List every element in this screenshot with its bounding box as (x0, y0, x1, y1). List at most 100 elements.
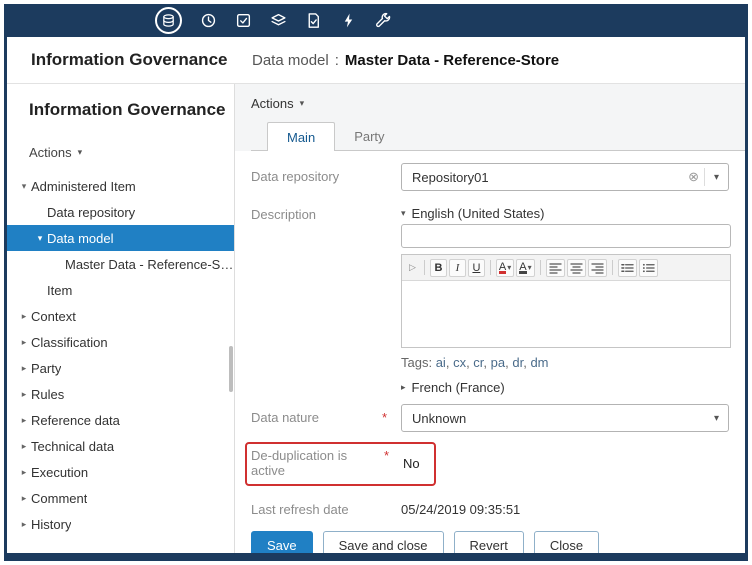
locale-english-toggle[interactable]: ▾ English (United States) (401, 201, 731, 221)
wrench-icon[interactable] (374, 12, 392, 30)
annotation-highlight: De-duplication is active * No (245, 442, 436, 486)
clock-icon[interactable] (199, 12, 217, 30)
font-color-button[interactable]: A▾ (496, 259, 514, 277)
align-left-icon[interactable] (546, 259, 565, 277)
tag-link-ai[interactable]: ai (436, 355, 446, 370)
tree-item-label: Execution (31, 465, 88, 480)
data-repository-combobox[interactable]: Repository01 ⊗ ▾ (401, 163, 729, 191)
field-row-description: Description ▾ English (United States) ▷ (251, 201, 729, 394)
document-check-icon[interactable] (304, 12, 322, 30)
page-title-separator: : (335, 52, 339, 69)
italic-button[interactable]: I (449, 259, 466, 277)
tree-item-history[interactable]: ▸History (7, 511, 234, 537)
clear-icon[interactable]: ⊗ (683, 169, 704, 185)
tree-item-data-repository[interactable]: Data repository (7, 199, 234, 225)
bullet-list-icon[interactable] (639, 259, 658, 277)
chevron-down-icon[interactable]: ▾ (705, 172, 728, 183)
tree-item-data-model[interactable]: ▾Data model (7, 225, 234, 251)
ordered-list-icon[interactable] (618, 259, 637, 277)
chevron-down-icon[interactable]: ▾ (705, 413, 728, 424)
tags-label: Tags: (401, 355, 432, 370)
tree-item-label: Data model (47, 231, 113, 246)
layers-icon[interactable] (269, 12, 287, 30)
align-center-icon[interactable] (567, 259, 586, 277)
sidebar: Information Governance Actions ▾ ▾Admini… (7, 84, 235, 553)
tab-party[interactable]: Party (335, 122, 403, 150)
data-nature-select[interactable]: Unknown ▾ (401, 404, 729, 432)
tree-item-item[interactable]: Item (7, 277, 234, 303)
chevron-down-icon[interactable]: ▾ (33, 233, 47, 244)
page-header: Information Governance Data model : Mast… (7, 37, 745, 84)
underline-button[interactable]: U (468, 259, 485, 277)
lightning-icon[interactable] (339, 12, 357, 30)
tag-link-cr[interactable]: cr (473, 355, 483, 370)
tree-item-master-data-reference-store[interactable]: Master Data - Reference-Store (7, 251, 234, 277)
revert-button[interactable]: Revert (454, 531, 524, 553)
main-panel: Actions ▾ MainParty Data repository Repo… (235, 84, 745, 553)
chevron-right-icon[interactable]: ▸ (17, 441, 31, 452)
chevron-down-icon: ▾ (78, 147, 83, 158)
tag-link-dr[interactable]: dr (512, 355, 523, 370)
description-title-input[interactable] (401, 224, 731, 248)
page-title-name: Master Data - Reference-Store (345, 52, 559, 69)
close-button[interactable]: Close (534, 531, 599, 553)
main-actions-button[interactable]: Actions ▾ (251, 96, 304, 111)
bold-button[interactable]: B (430, 259, 447, 277)
tree-item-label: Comment (31, 491, 87, 506)
tree-item-party[interactable]: ▸Party (7, 355, 234, 381)
task-check-icon[interactable] (234, 12, 252, 30)
field-row-last-refresh: Last refresh date 05/24/2019 09:35:51 (251, 496, 729, 517)
data-nature-value: Unknown (402, 411, 705, 426)
database-icon[interactable] (155, 7, 182, 34)
chevron-right-icon[interactable]: ▸ (17, 519, 31, 530)
last-refresh-label: Last refresh date (251, 502, 349, 517)
tab-bar: MainParty (251, 122, 745, 151)
tag-link-pa[interactable]: pa (491, 355, 505, 370)
app-frame: Information Governance Data model : Mast… (4, 4, 748, 561)
align-right-icon[interactable] (588, 259, 607, 277)
editor-expand-icon[interactable]: ▷ (406, 262, 419, 273)
tab-main[interactable]: Main (267, 122, 335, 151)
tree-item-reference-data[interactable]: ▸Reference data (7, 407, 234, 433)
tag-link-cx[interactable]: cx (453, 355, 466, 370)
save-and-close-button[interactable]: Save and close (323, 531, 444, 553)
tree-item-label: Master Data - Reference-Store (65, 257, 234, 272)
toolbar-divider (540, 260, 541, 275)
chevron-right-icon[interactable]: ▸ (17, 389, 31, 400)
last-refresh-value: 05/24/2019 09:35:51 (401, 496, 520, 517)
rich-text-area[interactable] (402, 281, 730, 347)
tree-item-classification[interactable]: ▸Classification (7, 329, 234, 355)
chevron-right-icon[interactable]: ▸ (17, 467, 31, 478)
chevron-right-icon[interactable]: ▸ (17, 493, 31, 504)
chevron-down-icon[interactable]: ▾ (17, 181, 31, 192)
tree-item-label: Reference data (31, 413, 120, 428)
locale-french-toggle[interactable]: ▸ French (France) (401, 376, 731, 394)
data-nature-label: Data nature (251, 410, 319, 432)
highlight-color-button[interactable]: A▾ (516, 259, 534, 277)
tree-item-label: Administered Item (31, 179, 136, 194)
chevron-right-icon[interactable]: ▸ (17, 311, 31, 322)
chevron-right-icon[interactable]: ▸ (17, 363, 31, 374)
data-repository-value: Repository01 (402, 170, 683, 185)
chevron-right-icon[interactable]: ▸ (17, 415, 31, 426)
main-actions-label: Actions (251, 96, 294, 111)
tree-item-execution[interactable]: ▸Execution (7, 459, 234, 485)
required-asterisk: * (382, 410, 387, 432)
tree-item-context[interactable]: ▸Context (7, 303, 234, 329)
tag-link-dm[interactable]: dm (530, 355, 548, 370)
tree-item-comment[interactable]: ▸Comment (7, 485, 234, 511)
chevron-right-icon[interactable]: ▸ (17, 337, 31, 348)
save-button[interactable]: Save (251, 531, 313, 553)
app-title: Information Governance (7, 50, 236, 70)
tree-item-technical-data[interactable]: ▸Technical data (7, 433, 234, 459)
description-field: ▾ English (United States) ▷ B I (401, 201, 731, 394)
top-toolbar (7, 4, 745, 37)
chevron-down-icon: ▾ (528, 263, 532, 272)
tree-item-administered-item[interactable]: ▾Administered Item (7, 173, 234, 199)
sidebar-tree: ▾Administered ItemData repository▾Data m… (7, 173, 234, 537)
locale-french-label: French (France) (412, 380, 505, 395)
sidebar-actions-button[interactable]: Actions ▾ (29, 145, 82, 160)
tree-item-rules[interactable]: ▸Rules (7, 381, 234, 407)
sidebar-scrollbar-thumb[interactable] (229, 346, 233, 392)
form-buttons: Save Save and close Revert Close (251, 531, 729, 553)
